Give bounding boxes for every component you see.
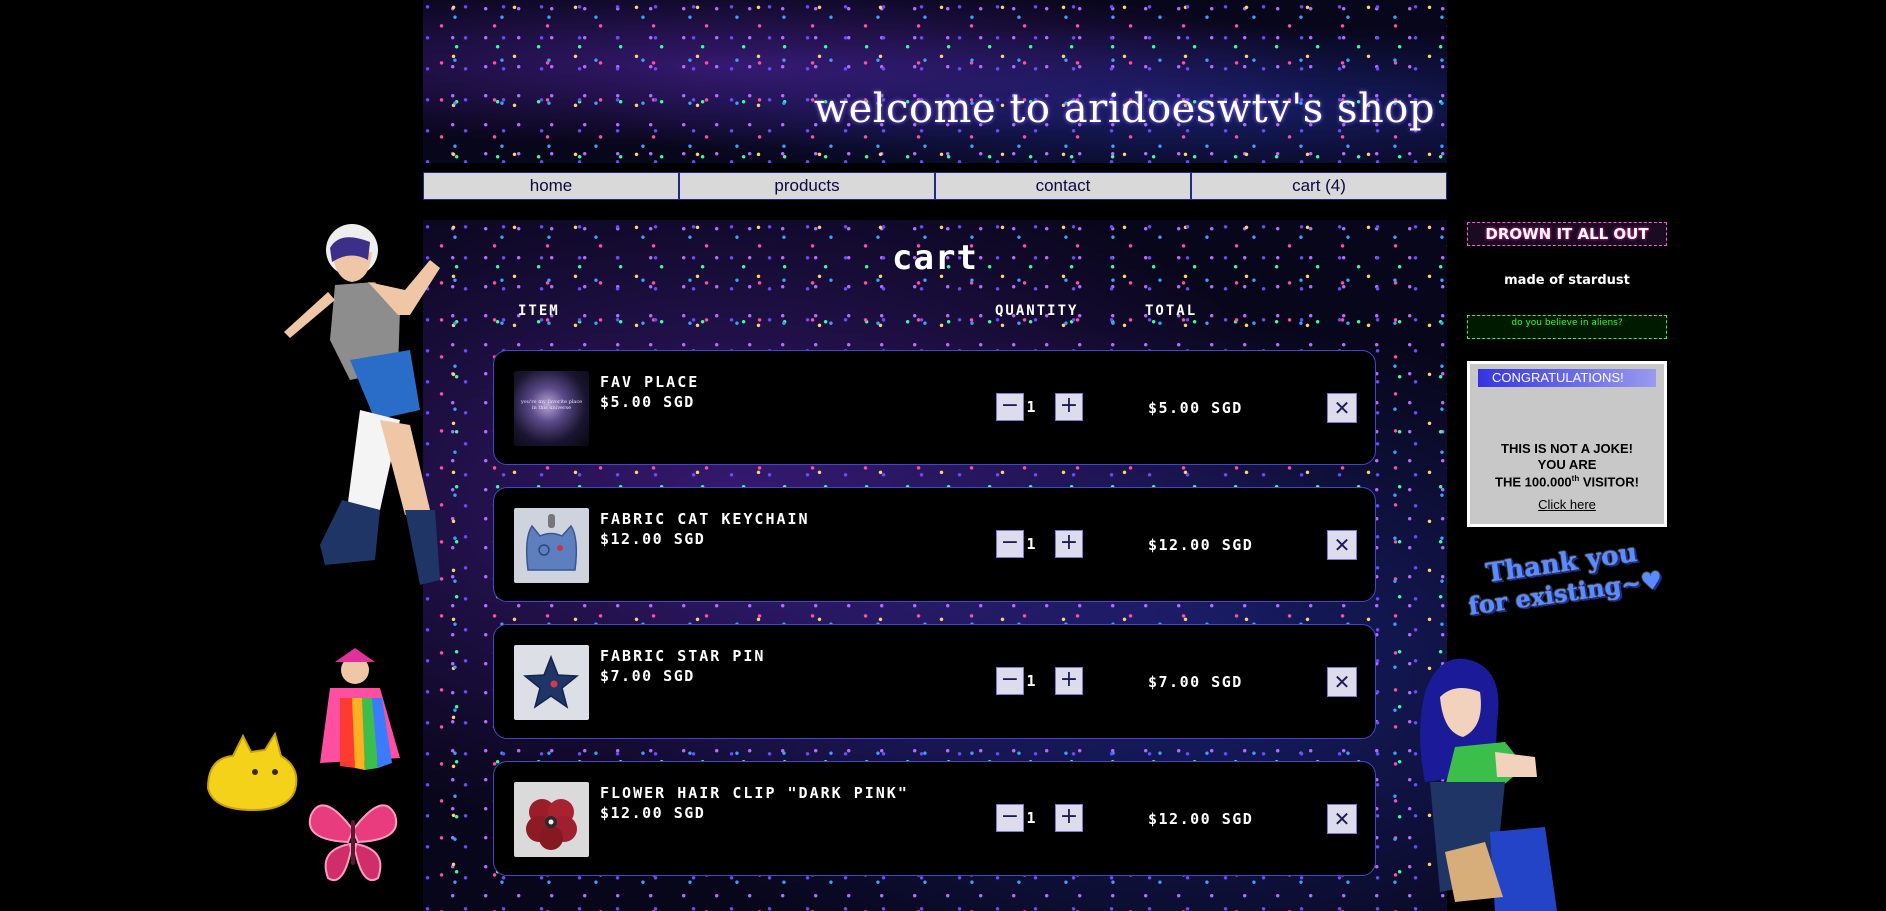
yellow-cat-sticker: [206, 731, 298, 812]
remove-item-button[interactable]: ✕: [1327, 530, 1357, 560]
line-total: $12.00 SGD: [1148, 536, 1254, 554]
nav-cart[interactable]: cart (4): [1191, 172, 1447, 200]
increase-quantity-button[interactable]: +: [1055, 804, 1083, 832]
stardust-banner[interactable]: made of stardust: [1467, 268, 1667, 296]
decrease-quantity-button[interactable]: −: [996, 393, 1024, 421]
item-name: FABRIC STAR PIN: [600, 647, 766, 665]
site-title: welcome to aridoeswtv's shop: [813, 86, 1435, 132]
thank-you-sticker: Thank you for existing~♥: [1462, 534, 1671, 641]
cart-row: FLOWER HAIR CLIP "DARK PINK" $12.00 SGD …: [493, 761, 1376, 876]
item-price: $5.00 SGD: [600, 393, 695, 411]
nav-contact[interactable]: contact: [935, 172, 1191, 200]
rainbow-wizard-sticker: [320, 648, 400, 770]
popup-line-part: THE 100.000: [1495, 474, 1572, 490]
decrease-quantity-button[interactable]: −: [996, 530, 1024, 558]
item-name: FABRIC CAT KEYCHAIN: [600, 510, 810, 528]
item-name: FLOWER HAIR CLIP "DARK PINK": [600, 784, 909, 802]
item-price: $12.00 SGD: [600, 530, 706, 548]
page-title: cart: [892, 238, 978, 278]
quantity-value: 1: [1026, 398, 1036, 416]
popup-title-bar: CONGRATULATIONS!: [1478, 369, 1656, 387]
column-header-quantity: QUANTITY: [995, 303, 1079, 319]
product-thumbnail: [514, 645, 589, 720]
nav-products[interactable]: products: [679, 172, 935, 200]
nav-home[interactable]: home: [423, 172, 679, 200]
aliens-banner[interactable]: do you believe in aliens?: [1467, 315, 1667, 339]
click-here-link[interactable]: Click here: [1470, 497, 1664, 512]
line-total: $5.00 SGD: [1148, 399, 1243, 417]
butterfly-sticker: [308, 804, 398, 881]
cart-row: FABRIC CAT KEYCHAIN $12.00 SGD − 1 + $12…: [493, 487, 1376, 602]
quantity-value: 1: [1026, 535, 1036, 553]
increase-quantity-button[interactable]: +: [1055, 393, 1083, 421]
visitor-popup-ad[interactable]: CONGRATULATIONS! THIS IS NOT A JOKE! YOU…: [1467, 361, 1667, 527]
remove-item-button[interactable]: ✕: [1327, 804, 1357, 834]
increase-quantity-button[interactable]: +: [1055, 667, 1083, 695]
cart-panel: cart ITEM QUANTITY TOTAL you're my favor…: [423, 220, 1447, 911]
flower-clip-image: [526, 799, 577, 850]
star-pin-image: [522, 654, 580, 709]
quantity-value: 1: [1026, 672, 1036, 690]
thumbnail-caption: you're my favorite place in this univers…: [520, 399, 583, 411]
column-header-total: TOTAL: [1145, 303, 1198, 319]
item-price: $7.00 SGD: [600, 667, 695, 685]
cart-row: FABRIC STAR PIN $7.00 SGD − 1 + $7.00 SG…: [493, 624, 1376, 739]
blue-hair-girl-sticker: [1420, 658, 1557, 911]
drown-it-all-out-banner[interactable]: DROWN IT ALL OUT: [1467, 222, 1667, 246]
remove-item-button[interactable]: ✕: [1327, 667, 1357, 697]
dancing-girl-sticker: [284, 224, 440, 585]
cart-row: you're my favorite place in this univers…: [493, 350, 1376, 465]
popup-line: THE 100.000th VISITOR!: [1470, 474, 1664, 489]
item-name: FAV PLACE: [600, 373, 700, 391]
main-nav: home products contact cart (4): [423, 172, 1447, 200]
increase-quantity-button[interactable]: +: [1055, 530, 1083, 558]
popup-line: YOU ARE: [1537, 457, 1597, 472]
quantity-value: 1: [1026, 809, 1036, 827]
product-thumbnail: [514, 508, 589, 583]
item-price: $12.00 SGD: [600, 804, 706, 822]
decrease-quantity-button[interactable]: −: [996, 804, 1024, 832]
popup-line: THIS IS NOT A JOKE!: [1501, 441, 1633, 456]
column-header-item: ITEM: [518, 303, 560, 319]
cat-keychain-image: [525, 514, 578, 571]
product-thumbnail: [514, 782, 589, 857]
remove-item-button[interactable]: ✕: [1327, 393, 1357, 423]
popup-line-part: VISITOR!: [1579, 474, 1639, 490]
header-banner: welcome to aridoeswtv's shop: [423, 0, 1447, 163]
product-thumbnail: you're my favorite place in this univers…: [514, 371, 589, 446]
line-total: $12.00 SGD: [1148, 810, 1254, 828]
line-total: $7.00 SGD: [1148, 673, 1243, 691]
decrease-quantity-button[interactable]: −: [996, 667, 1024, 695]
